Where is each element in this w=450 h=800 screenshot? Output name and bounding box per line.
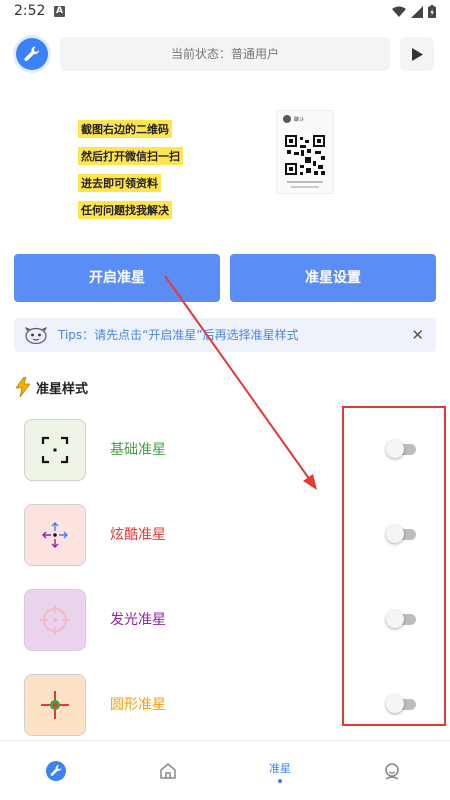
banner-line: 进去即可领资料 (78, 174, 161, 192)
style-label: 炫酷准星 (110, 527, 166, 543)
play-icon (412, 47, 423, 61)
crosshair-settings-button[interactable]: 准星设置 (230, 254, 436, 302)
lightning-icon (16, 377, 30, 397)
banner-line: 截图右边的二维码 (78, 120, 172, 138)
style-label: 发光准星 (110, 612, 166, 628)
circle-crosshair-icon (24, 674, 86, 736)
qr-name: 聊斗 (294, 116, 304, 123)
status-bar: 2:52 A (0, 0, 450, 24)
banner-line: 任何问题找我解决 (78, 201, 172, 219)
bottom-nav: 准星 (0, 740, 450, 800)
tips-text: Tips：请先点击“开启准星”后再选择准星样式 (58, 328, 299, 342)
section-header: 准星样式 (16, 376, 88, 398)
style-label: 基础准星 (110, 442, 166, 458)
mascot-icon (25, 327, 47, 345)
glow-crosshair-icon (24, 589, 86, 651)
nav-home[interactable] (112, 741, 224, 800)
play-button[interactable] (400, 37, 434, 71)
qr-code: 聊斗 (283, 115, 325, 188)
promo-banner[interactable]: 截图右边的二维码 然后打开微信扫一扫 进去即可领资料 任何问题找我解决 聊斗 (14, 96, 434, 226)
wifi-icon (392, 6, 406, 17)
banner-line: 然后打开微信扫一扫 (78, 147, 183, 165)
annotation-highlight-box (342, 406, 446, 726)
wrench-icon (24, 46, 40, 62)
status-time: 2:52 (14, 3, 46, 19)
cool-crosshair-icon (24, 504, 86, 566)
active-indicator (278, 778, 282, 783)
qr-code-card: 聊斗 (276, 110, 334, 194)
nav-tools[interactable] (0, 741, 112, 800)
signal-icon (411, 5, 423, 18)
status-icons (392, 5, 436, 18)
section-title: 准星样式 (36, 381, 89, 397)
battery-icon (428, 5, 436, 18)
banner-text: 截图右边的二维码 然后打开微信扫一扫 进去即可领资料 任何问题找我解决 (78, 120, 183, 228)
user-icon (385, 763, 399, 780)
wrench-icon (46, 761, 66, 781)
nav-profile[interactable] (336, 741, 448, 800)
notification-icon: A (54, 6, 65, 17)
tool-button[interactable] (16, 38, 48, 70)
tips-bar: Tips：请先点击“开启准星”后再选择准星样式 ✕ (14, 318, 436, 352)
style-label: 圆形准星 (110, 697, 166, 713)
top-row: 当前状态：普通用户 (0, 36, 450, 74)
open-crosshair-button[interactable]: 开启准星 (14, 254, 220, 302)
home-icon (160, 763, 176, 779)
basic-crosshair-icon (24, 419, 86, 481)
user-status: 当前状态：普通用户 (60, 37, 390, 71)
close-icon[interactable]: ✕ (411, 318, 424, 352)
nav-crosshair-label: 准星 (269, 761, 291, 775)
nav-crosshair[interactable]: 准星 (224, 741, 336, 800)
